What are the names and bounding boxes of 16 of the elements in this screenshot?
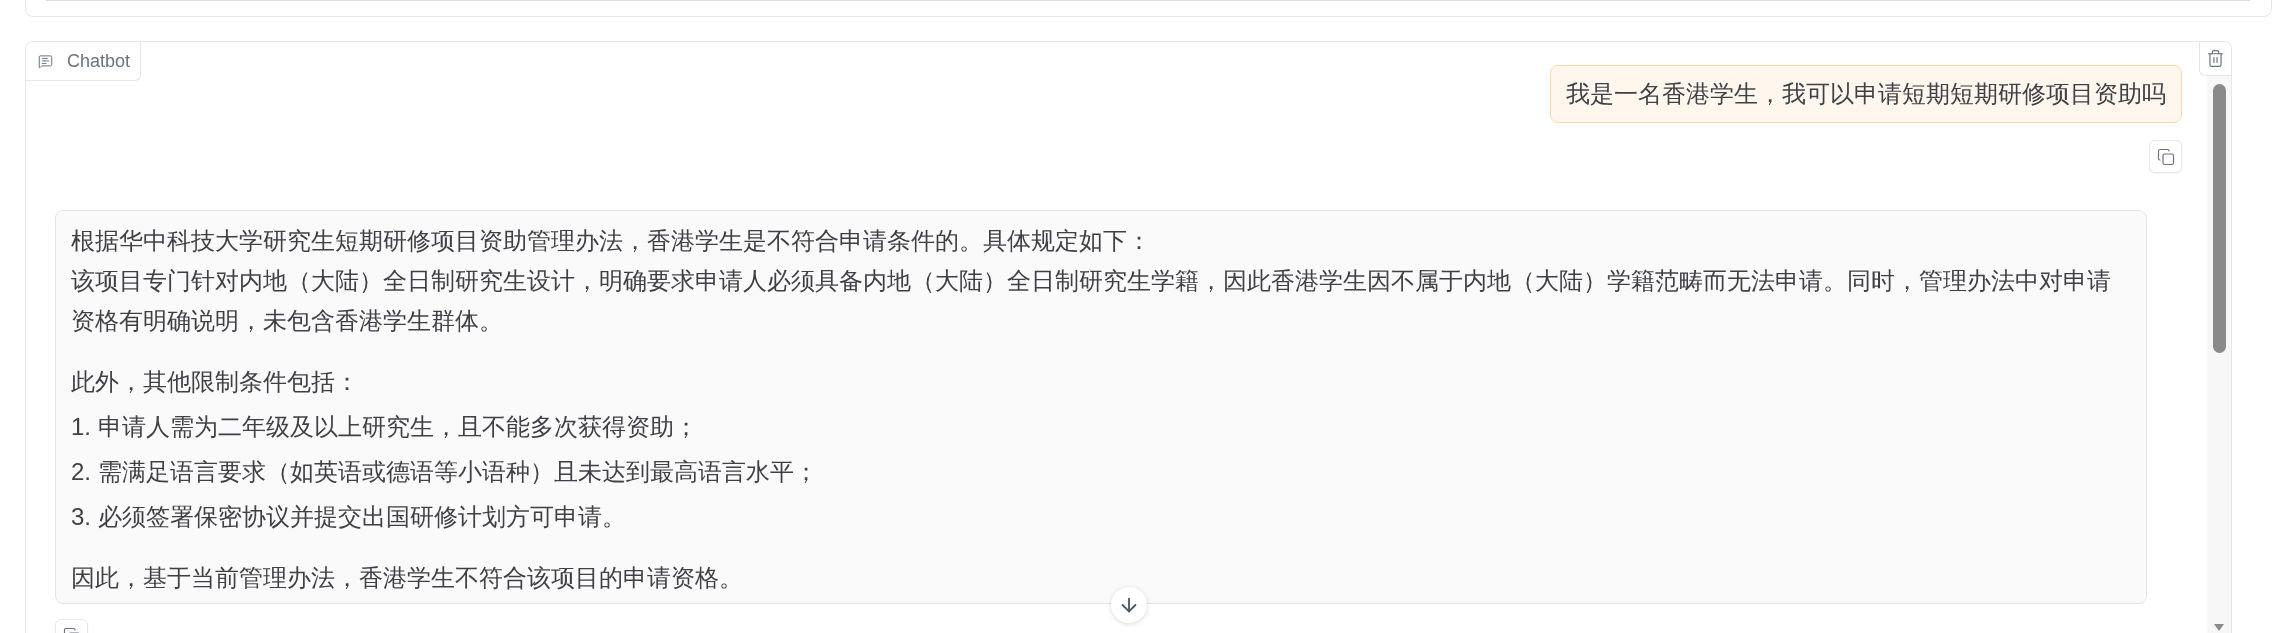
label-text: Chatbot [67, 50, 131, 72]
message-paragraph: 因此，基于当前管理办法，香港学生不符合该项目的申请资格。 [71, 563, 744, 593]
scrollbar-thumb[interactable] [2212, 84, 2226, 353]
trash-icon [2206, 49, 2225, 68]
list-item: 2. 需满足语言要求（如英语或德语等小语种）且未达到最高语言水平； [71, 457, 819, 487]
message-paragraph: 根据华中科技大学研究生短期研修项目资助管理办法，香港学生是不符合申请条件的。具体规定如下： 该项目专门针对内地（大陆）全日制研究生设计，明确要求申请人必须具备内地（大陆）全日制研究生学籍，因此香港学生因不属于内地（大陆）学籍范畴而无法申请。同时，管理办法中对申请资格有明确说明，未包含香港学生群体。 [71, 226, 2112, 336]
delete-button[interactable] [2199, 42, 2231, 76]
chat-icon [38, 53, 53, 69]
scroll-down-button[interactable] [1110, 587, 1147, 623]
scroll-down-triangle-icon[interactable] [2214, 624, 2224, 631]
message-paragraph: 此外，其他限制条件包括： [71, 367, 360, 397]
user-message-bubble: 我是一名香港学生，我可以申请短期短期研修项目资助吗 [1550, 65, 2182, 123]
list-item: 1. 申请人需为二年级及以上研究生，且不能多次获得资助； [71, 412, 699, 442]
copy-icon [2156, 147, 2175, 166]
list-item: 3. 必须签署保密协议并提交出国研修计划方可申请。 [71, 502, 627, 532]
copy-button[interactable] [2149, 140, 2182, 173]
